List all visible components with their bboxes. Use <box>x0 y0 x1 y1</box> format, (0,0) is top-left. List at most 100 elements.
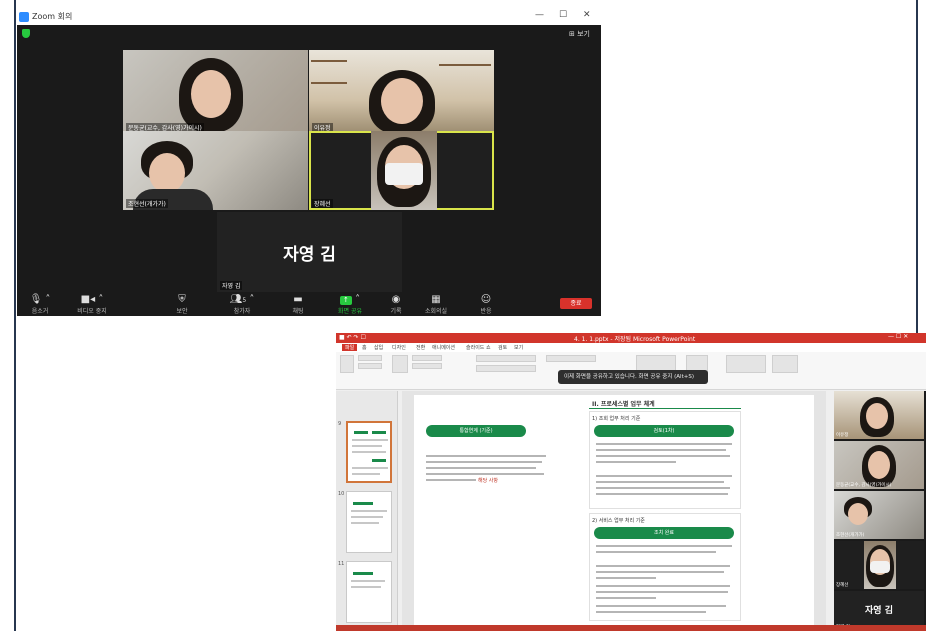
menu-slideshow[interactable]: 슬라이드 쇼 <box>466 344 491 351</box>
reset-button[interactable] <box>412 363 442 369</box>
reactions-label: 반응 <box>480 308 492 315</box>
view-button[interactable]: ⊞ 보기 <box>569 29 590 39</box>
menu-review[interactable]: 검토 <box>498 344 507 351</box>
gallery-tile-3[interactable]: 조현선(개가가) <box>834 491 924 539</box>
participant-name: 조현선(개가가) <box>126 199 168 208</box>
reactions-button[interactable]: ☺ 반응 <box>463 292 509 315</box>
slide-thumbnail-10[interactable] <box>346 491 392 553</box>
menu-view[interactable]: 보기 <box>514 344 523 351</box>
paragraph-buttons[interactable] <box>546 355 596 362</box>
taskbar-strip <box>336 625 926 631</box>
highlight-text: 해당 사항 <box>478 478 498 484</box>
menu-transitions[interactable]: 전환 <box>416 344 425 351</box>
mute-button[interactable]: 🎙︎ ˄ 음소거 <box>17 292 63 315</box>
left-pill: 통합연계 (기준) <box>426 425 526 437</box>
menu-insert[interactable]: 삽입 <box>374 344 383 351</box>
thumb-block <box>372 459 386 462</box>
minimize-icon[interactable]: — <box>535 10 544 20</box>
new-slide-button[interactable] <box>392 355 408 373</box>
current-slide[interactable]: II. 프로세스별 업무 체계 1) 조회 업무 처리 기준 통합연계 (기준)… <box>414 395 814 627</box>
text-line <box>596 605 726 607</box>
end-meeting-button[interactable]: 종료 <box>560 298 592 309</box>
text-line <box>426 461 542 463</box>
security-label: 보안 <box>176 308 188 315</box>
security-button[interactable]: ⛨ 보안 <box>159 292 205 315</box>
text-line <box>596 585 730 587</box>
text-line <box>426 473 544 475</box>
left-border <box>14 0 16 631</box>
bookshelf <box>311 60 347 62</box>
gallery-tile-4[interactable]: 장혜선 <box>834 541 924 589</box>
quick-access-icons[interactable]: ■ ↶ ↷ ☐ <box>339 334 366 341</box>
video-tile-participant-2[interactable]: 이유정 <box>309 50 494 134</box>
face-mask <box>870 561 890 573</box>
participants-label: 참가자 <box>233 308 251 315</box>
participant-face <box>866 403 888 429</box>
text-line <box>596 443 732 445</box>
text-line <box>596 551 716 553</box>
participant-video <box>371 131 437 210</box>
video-tile-participant-4[interactable]: 장혜선 <box>309 131 494 210</box>
menu-file[interactable]: 파일 <box>342 344 358 351</box>
participant-face <box>381 78 423 124</box>
thumb-line <box>352 451 386 453</box>
participant-face <box>868 451 890 479</box>
editing-buttons[interactable] <box>772 355 798 373</box>
text-line <box>596 591 728 593</box>
text-line <box>596 455 730 457</box>
font-select[interactable] <box>476 355 536 362</box>
text-line <box>426 455 546 457</box>
chat-button[interactable]: ▬ 채팅 <box>275 292 321 315</box>
zoom-logo-icon <box>19 12 29 22</box>
video-tile-participant-3[interactable]: 조현선(개가가) <box>123 131 308 210</box>
menu-home[interactable]: 홈 <box>362 344 367 351</box>
ppt-title-bar: ■ ↶ ↷ ☐ 4. 1. 1.pptx - 저장됨 Microsoft Pow… <box>336 333 926 343</box>
security-shield-icon[interactable] <box>22 29 30 38</box>
layout-button[interactable] <box>412 355 442 361</box>
participant-video <box>864 541 896 589</box>
text-line <box>596 577 656 579</box>
chat-icon: ▬ <box>293 294 303 305</box>
thumb-line <box>351 586 381 588</box>
video-tile-active-speaker[interactable]: 자영 김 자영 김 <box>217 212 402 292</box>
menu-animations[interactable]: 애니메이션 <box>432 344 455 351</box>
slide-thumbnail-11[interactable] <box>346 561 392 623</box>
ppt-window-title: 4. 1. 1.pptx - 저장됨 Microsoft PowerPoint <box>574 336 696 343</box>
gallery-tile-2[interactable]: 문동균(교수, 감사(영)가이시) <box>834 441 924 489</box>
close-icon[interactable]: ✕ <box>583 10 591 20</box>
thumb-line <box>351 516 383 518</box>
font-style-buttons[interactable] <box>476 365 536 372</box>
copy-button[interactable] <box>358 363 382 369</box>
thumb-line <box>352 439 388 441</box>
text-line <box>596 475 732 477</box>
gallery-tile-1[interactable]: 이유정 <box>834 391 924 439</box>
thumb-line <box>351 522 379 524</box>
slide-thumbnail-9[interactable] <box>346 421 392 483</box>
thumb-line <box>352 473 380 475</box>
cut-button[interactable] <box>358 355 382 361</box>
paste-button[interactable] <box>340 355 354 373</box>
window-controls[interactable]: — ☐ ✕ <box>888 333 908 340</box>
share-screen-button[interactable]: ↑ ˄ 화면 공유 <box>327 292 373 315</box>
screen-sharing-toast[interactable]: 이제 화면을 공유하고 있습니다. 화면 공유 중지 (Alt+S) <box>558 370 708 384</box>
text-line <box>596 461 676 463</box>
text-line <box>596 481 724 483</box>
slide-thumbnail-pane: 9 10 11 <box>336 391 398 631</box>
shape-format-buttons[interactable] <box>726 355 766 373</box>
right-pill-1: 검토(1차) <box>594 425 734 437</box>
text-line <box>596 493 728 495</box>
thumb-line <box>352 445 382 447</box>
video-tile-participant-1[interactable]: 문동균(교수, 감사(영)가이시) <box>123 50 308 134</box>
slide-number: 10 <box>338 491 345 497</box>
microphone-icon: 🎙︎ ˄ <box>29 294 51 305</box>
breakout-rooms-button[interactable]: ▦ 소회의실 <box>413 292 459 315</box>
participant-name: 장혜선 <box>836 583 849 588</box>
thumb-block <box>353 572 373 575</box>
participants-button[interactable]: 👥︎5 ˄ 참가자 <box>219 292 265 315</box>
participant-name: 이유정 <box>836 433 849 438</box>
stop-video-button[interactable]: ■◂ ˄ 비디오 중지 <box>69 292 115 315</box>
thumb-block <box>353 502 373 505</box>
share-screen-icon: ↑ ˄ <box>327 294 373 306</box>
maximize-icon[interactable]: ☐ <box>559 10 567 20</box>
menu-design[interactable]: 디자인 <box>392 344 406 351</box>
